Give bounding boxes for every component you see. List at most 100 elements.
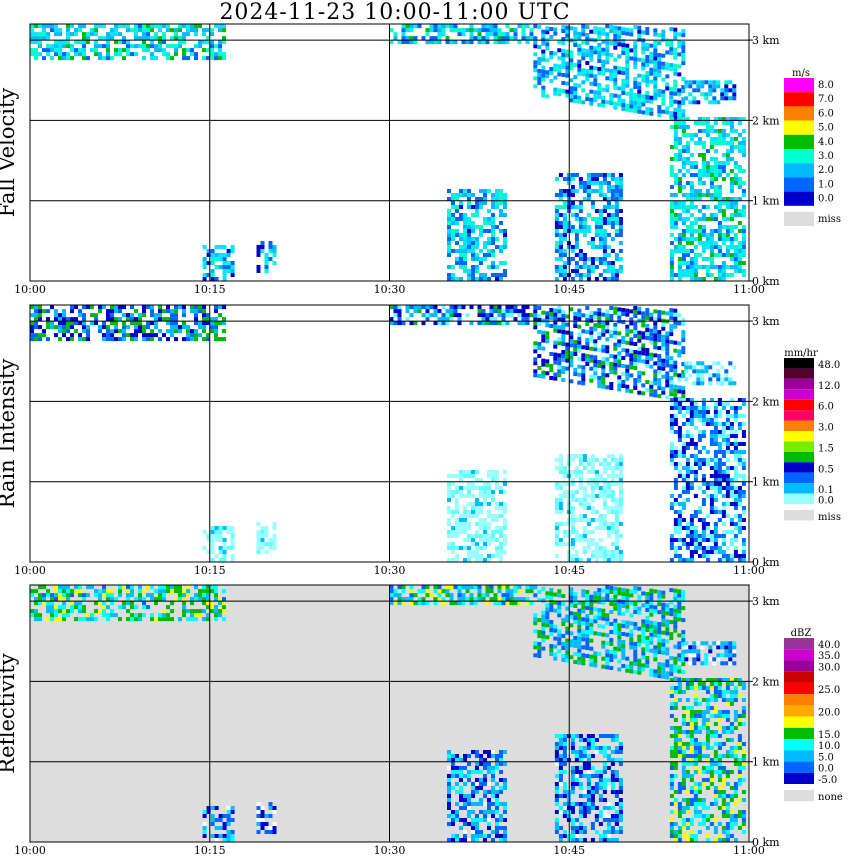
echo-cell: [570, 454, 575, 458]
echo-cell: [633, 606, 638, 610]
echo-cell: [657, 41, 662, 46]
echo-cell: [570, 546, 575, 550]
echo-cell: [602, 550, 607, 554]
echo-cell: [673, 596, 678, 601]
echo-cell: [705, 133, 710, 137]
echo-cell: [693, 426, 698, 430]
echo-cell: [729, 542, 734, 546]
echo-cell: [463, 265, 467, 269]
echo-cell: [537, 642, 542, 646]
echo-cell: [602, 486, 607, 490]
echo-cell: [685, 141, 690, 145]
echo-cell: [733, 498, 738, 502]
echo-cell: [669, 27, 674, 32]
echo-cell: [174, 329, 178, 334]
echo-cell: [138, 24, 142, 29]
echo-cell: [673, 67, 678, 72]
echo-cell: [557, 637, 562, 642]
echo-cell: [689, 153, 694, 157]
echo-cell: [598, 514, 603, 518]
echo-cell: [610, 466, 615, 470]
echo-cell: [62, 40, 66, 45]
echo-cell: [455, 241, 459, 245]
echo-cell: [150, 333, 154, 338]
echo-cell: [569, 343, 574, 348]
echo-cell: [94, 589, 98, 594]
echo-cell: [582, 181, 587, 185]
echo-cell: [457, 585, 462, 590]
echo-cell: [669, 217, 674, 221]
echo-cell: [598, 245, 603, 249]
echo-cell: [451, 273, 455, 277]
echo-cell: [593, 327, 598, 332]
echo-cell: [58, 605, 62, 610]
echo-cell: [154, 48, 158, 53]
echo-cell: [491, 229, 495, 233]
echo-cell: [577, 324, 582, 329]
echo-cell: [58, 40, 62, 45]
echo-cell: [483, 257, 487, 261]
echo-cell: [724, 88, 729, 93]
echo-cell: [709, 125, 714, 129]
echo-cell: [573, 99, 578, 103]
echo-cell: [513, 309, 518, 314]
echo-cell: [549, 376, 554, 380]
echo-cell: [557, 601, 562, 606]
echo-cell: [578, 201, 583, 205]
echo-cell: [594, 225, 599, 229]
echo-cell: [617, 26, 622, 31]
echo-cell: [677, 261, 682, 265]
echo-cell: [601, 63, 606, 68]
echo-cell: [721, 554, 726, 558]
echo-cell: [441, 321, 446, 326]
echo-cell: [601, 332, 606, 337]
echo-cell: [649, 111, 654, 116]
echo-cell: [118, 32, 122, 37]
echo-cell: [737, 181, 742, 185]
echo-cell: [597, 612, 602, 616]
echo-cell: [633, 358, 638, 362]
echo-cell: [673, 63, 678, 68]
echo-cell: [570, 269, 575, 273]
echo-cell: [218, 538, 223, 542]
echo-cell: [178, 44, 182, 49]
echo-cell: [709, 506, 714, 510]
echo-cell: [162, 317, 166, 322]
echo-cell: [713, 193, 718, 197]
echo-cell: [697, 137, 702, 141]
echo-cell: [578, 181, 583, 185]
echo-cell: [497, 597, 502, 602]
echo-cell: [697, 217, 702, 221]
echo-cell: [118, 617, 122, 622]
echo-cell: [717, 450, 722, 454]
echo-cell: [82, 617, 86, 622]
echo-cell: [493, 321, 498, 326]
echo-cell: [597, 67, 602, 71]
echo-cell: [50, 597, 54, 602]
echo-cell: [709, 257, 714, 261]
echo-cell: [681, 237, 686, 241]
echo-cell: [499, 189, 503, 193]
echo-cell: [230, 526, 235, 530]
echo-cell: [728, 96, 733, 101]
echo-cell: [665, 383, 670, 388]
echo-cell: [562, 193, 567, 197]
echo-cell: [689, 542, 694, 546]
echo-cell: [661, 614, 666, 619]
echo-cell: [649, 55, 654, 60]
echo-cell: [545, 311, 550, 316]
echo-cell: [661, 326, 666, 331]
echo-cell: [521, 32, 526, 37]
echo-cell: [495, 245, 499, 249]
echo-cell: [610, 498, 615, 502]
echo-cell: [30, 589, 34, 594]
echo-cell: [130, 305, 134, 310]
echo-cell: [665, 395, 670, 400]
echo-cell: [433, 305, 438, 310]
echo-cell: [724, 92, 729, 97]
echo-cell: [570, 213, 575, 217]
echo-cell: [665, 347, 670, 352]
echo-cell: [729, 486, 734, 490]
echo-cell: [582, 217, 587, 221]
echo-cell: [186, 593, 190, 598]
